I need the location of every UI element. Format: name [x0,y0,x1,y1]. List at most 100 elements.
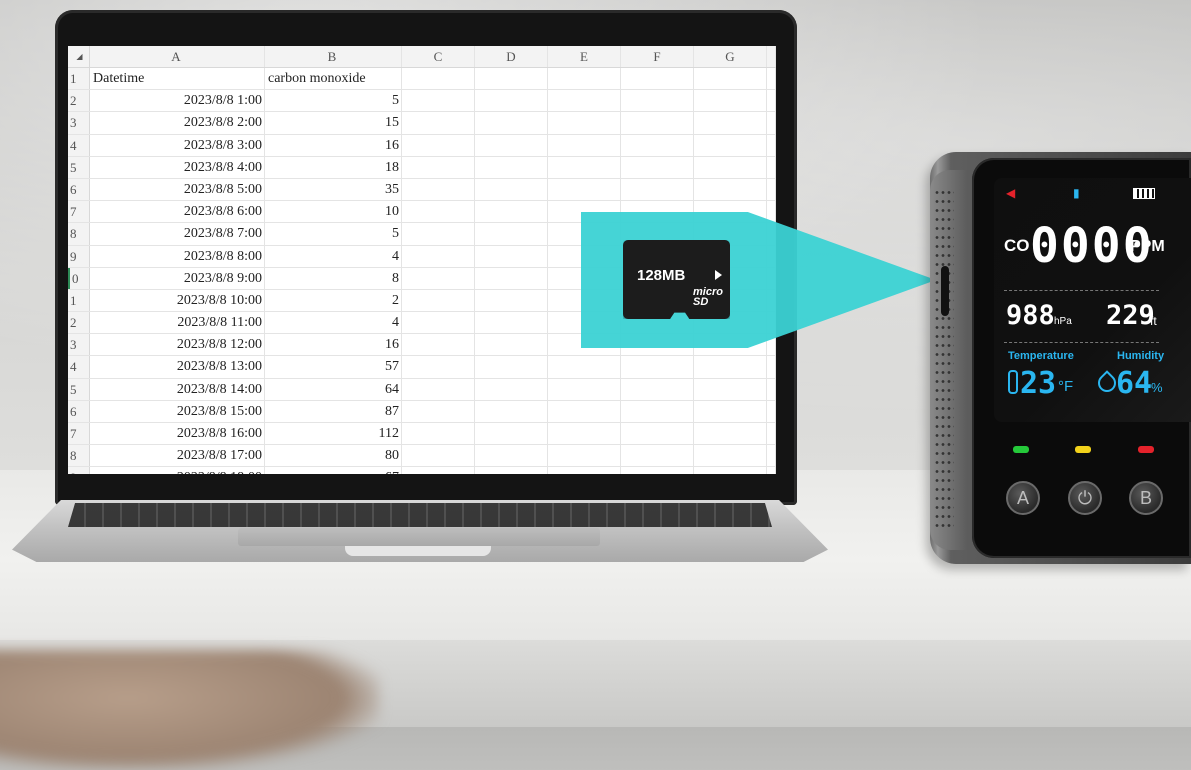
button-b[interactable]: B [1129,481,1163,515]
cell-datetime[interactable]: 2023/8/8 7:00 [90,223,265,245]
empty-cell[interactable] [475,467,548,474]
cell-datetime[interactable]: 2023/8/8 14:00 [90,378,265,400]
empty-cell[interactable] [621,178,694,201]
empty-cell[interactable] [621,356,694,378]
row-number[interactable]: 4 [68,356,90,378]
empty-cell[interactable] [402,400,475,422]
empty-cell[interactable] [402,112,475,134]
empty-cell[interactable] [475,289,548,312]
empty-cell[interactable] [621,156,694,178]
empty-cell[interactable] [621,445,694,467]
cell-datetime[interactable]: 2023/8/8 13:00 [90,356,265,378]
empty-cell[interactable] [548,378,621,400]
empty-cell[interactable] [621,68,694,90]
empty-cell[interactable] [694,134,767,156]
cell-datetime[interactable]: 2023/8/8 18:00 [90,467,265,474]
empty-cell[interactable] [548,356,621,378]
empty-cell[interactable] [548,423,621,445]
empty-cell[interactable] [475,68,548,90]
empty-cell[interactable] [475,201,548,223]
empty-cell[interactable] [402,90,475,112]
row-number[interactable]: 6 [68,178,90,201]
sd-card-slot[interactable] [941,266,949,316]
cell-datetime-header[interactable]: Datetime [90,68,265,90]
empty-cell[interactable] [475,423,548,445]
empty-cell[interactable] [475,112,548,134]
empty-cell[interactable] [475,178,548,201]
row-number[interactable]: 5 [68,378,90,400]
cell-datetime[interactable]: 2023/8/8 1:00 [90,90,265,112]
empty-cell[interactable] [694,423,767,445]
empty-cell[interactable] [402,134,475,156]
empty-cell[interactable] [475,445,548,467]
empty-cell[interactable] [402,467,475,474]
empty-cell[interactable] [694,378,767,400]
empty-cell[interactable] [402,178,475,201]
empty-cell[interactable] [621,378,694,400]
cell-datetime[interactable]: 2023/8/8 5:00 [90,178,265,201]
empty-cell[interactable] [475,312,548,334]
cell-co-value[interactable]: 4 [265,245,402,267]
empty-cell[interactable] [694,356,767,378]
empty-cell[interactable] [548,134,621,156]
cell-co-value[interactable]: 80 [265,445,402,467]
empty-cell[interactable] [548,445,621,467]
cell-datetime[interactable]: 2023/8/8 8:00 [90,245,265,267]
select-all-corner[interactable]: ◢ [68,46,90,67]
power-button[interactable]: ⏻ [1068,481,1102,515]
row-number[interactable]: 8 [68,445,90,467]
column-header-e[interactable]: E [548,46,621,67]
empty-cell[interactable] [475,223,548,245]
cell-co-value[interactable]: 18 [265,156,402,178]
cell-co-value[interactable]: 67 [265,467,402,474]
empty-cell[interactable] [548,156,621,178]
empty-cell[interactable] [621,90,694,112]
row-number[interactable]: 5 [68,156,90,178]
button-a[interactable]: A [1006,481,1040,515]
column-header-c[interactable]: C [402,46,475,67]
empty-cell[interactable] [621,467,694,474]
empty-cell[interactable] [548,68,621,90]
empty-cell[interactable] [621,423,694,445]
cell-co-value[interactable]: 112 [265,423,402,445]
row-number[interactable]: 4 [68,134,90,156]
empty-cell[interactable] [621,134,694,156]
empty-cell[interactable] [475,245,548,267]
empty-cell[interactable] [475,378,548,400]
empty-cell[interactable] [475,267,548,289]
empty-cell[interactable] [402,201,475,223]
empty-cell[interactable] [402,156,475,178]
empty-cell[interactable] [694,90,767,112]
cell-datetime[interactable]: 2023/8/8 12:00 [90,334,265,356]
cell-datetime[interactable]: 2023/8/8 6:00 [90,201,265,223]
row-number[interactable]: 2 [68,90,90,112]
cell-datetime[interactable]: 2023/8/8 3:00 [90,134,265,156]
row-number[interactable]: 2 [68,312,90,334]
cell-datetime[interactable]: 2023/8/8 16:00 [90,423,265,445]
empty-cell[interactable] [475,356,548,378]
empty-cell[interactable] [402,312,475,334]
row-number[interactable]: 7 [68,201,90,223]
column-header-d[interactable]: D [475,46,548,67]
empty-cell[interactable] [475,400,548,422]
row-number[interactable]: 8 [68,223,90,245]
empty-cell[interactable] [475,134,548,156]
cell-value-header[interactable]: carbon monoxide [265,68,402,90]
cell-datetime[interactable]: 2023/8/8 15:00 [90,400,265,422]
cell-co-value[interactable]: 5 [265,90,402,112]
cell-co-value[interactable]: 35 [265,178,402,201]
empty-cell[interactable] [621,112,694,134]
cell-co-value[interactable]: 5 [265,223,402,245]
row-number[interactable]: 7 [68,423,90,445]
cell-co-value[interactable]: 10 [265,201,402,223]
row-number[interactable]: 9 [68,467,90,474]
cell-co-value[interactable]: 16 [265,134,402,156]
cell-co-value[interactable]: 57 [265,356,402,378]
cell-co-value[interactable]: 16 [265,334,402,356]
cell-co-value[interactable]: 87 [265,400,402,422]
row-number[interactable]: 3 [68,334,90,356]
cell-co-value[interactable]: 64 [265,378,402,400]
row-number[interactable]: 0 [68,267,90,289]
empty-cell[interactable] [475,334,548,356]
empty-cell[interactable] [402,267,475,289]
